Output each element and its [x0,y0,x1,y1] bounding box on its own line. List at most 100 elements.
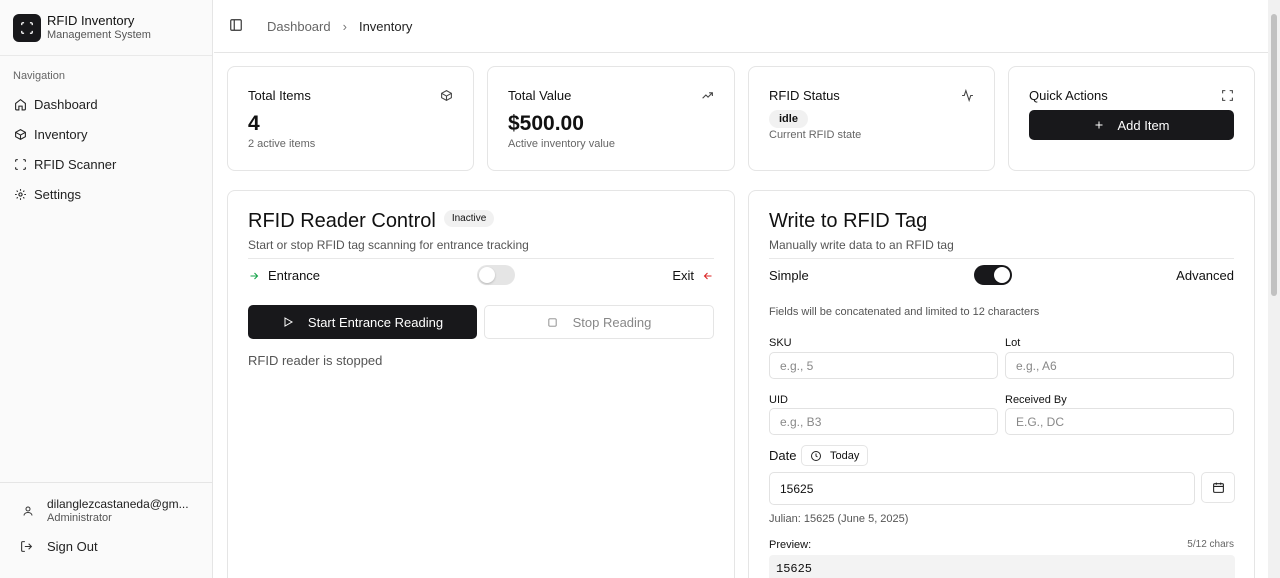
date-input[interactable]: 15625 [769,472,1195,505]
clock-icon [811,450,821,461]
breadcrumb-dashboard[interactable]: Dashboard [267,19,331,34]
stat-title: Total Value [508,88,572,103]
start-reading-label[interactable]: Start Entrance Reading [308,315,443,330]
reader-status-text: RFID reader is stopped [248,353,383,368]
preview-label: Preview: [769,539,812,551]
advanced-label: Advanced [1176,268,1234,283]
calendar-button[interactable] [1201,472,1235,503]
panel-description: Start or stop RFID tag scanning for entr… [248,238,529,252]
divider [769,258,1234,259]
stat-title: Quick Actions [1029,88,1108,103]
simple-label: Simple [769,268,809,283]
exit-label-group: Exit [672,268,714,283]
top-header: Dashboard › Inventory [214,0,1268,53]
chevron-right-icon: › [342,18,347,34]
julian-date-text: Julian: 15625 (June 5, 2025) [769,513,909,525]
sidebar-item-inventory[interactable]: Inventory [8,119,204,149]
divider [248,258,714,259]
lot-label: Lot [1005,337,1021,349]
nav-section-label: Navigation [13,70,65,82]
sidebar-item-settings[interactable]: Settings [8,179,204,209]
stat-subtitle: Active inventory value [508,138,615,150]
package-icon [441,90,452,101]
brand-logo-icon [13,13,41,42]
reader-control-panel: RFID Reader Control Inactive Start or sto… [227,190,735,578]
status-badge: Inactive [443,210,495,228]
entrance-exit-toggle[interactable] [477,265,515,285]
scan-icon [15,158,26,170]
write-tag-panel: Write to RFID Tag Manually write data to… [748,190,1255,578]
received-by-input[interactable]: E.G., DC [1005,408,1234,435]
brand-title: RFID Inventory [47,13,135,28]
square-icon [547,317,557,327]
sidebar-toggle-button[interactable] [229,18,243,35]
avatar [14,497,42,525]
sidebar-footer: dilanglezcastaneda@gm... Administrator S… [0,482,212,578]
sign-out-label: Sign Out [47,539,98,554]
play-icon [284,317,293,327]
breadcrumb-inventory: Inventory [358,18,413,34]
trending-up-icon [702,92,713,99]
user-menu[interactable]: dilanglezcastaneda@gm... Administrator [0,497,212,525]
write-panel-title: Write to RFID Tag [769,210,928,232]
user-role: Administrator [47,512,112,524]
home-icon [15,98,26,110]
sidebar-item-label: Settings [34,186,81,202]
exit-label: Exit [672,268,694,283]
panel-description: Manually write data to an RFID tag [769,238,954,252]
logout-icon [21,541,33,552]
brand-subtitle: Management System [47,29,151,41]
total-items-card: Total Items 4 2 active items [227,66,474,171]
sidebar-nav: Dashboard Inventory RFID Scanner Setting… [8,89,204,209]
simple-advanced-toggle[interactable] [974,265,1012,285]
package-icon [15,128,26,140]
rfid-status-card: RFID Status idle Current RFID state [748,66,995,171]
status-badge: idle [769,110,808,128]
lot-input[interactable]: e.g., A6 [1005,352,1234,379]
activity-icon [962,89,973,102]
stop-reading-button[interactable]: Stop Reading [484,305,714,339]
add-item-button[interactable]: Add Item [1029,110,1234,140]
concat-hint: Fields will be concatenated and limited … [769,306,1040,318]
stat-title: Total Items [248,88,311,103]
stat-subtitle: Current RFID state [769,129,862,141]
toggle-knob [479,267,495,283]
date-label: Date [769,448,797,463]
sign-out-button[interactable]: Sign Out [0,539,212,554]
quick-actions-card: Quick Actions Add Item [1008,66,1255,171]
uid-input[interactable]: e.g., B3 [769,408,998,435]
scrollbar-thumb[interactable] [1271,14,1277,296]
sidebar-item-rfid-scanner[interactable]: RFID Scanner [8,149,204,179]
entrance-label: Entrance [268,268,321,283]
sku-label: SKU [769,337,792,349]
brand: RFID Inventory Management System [0,0,212,56]
total-value-card: Total Value $500.00 Active inventory val… [487,66,735,171]
sidebar-item-label: Dashboard [34,96,98,112]
preview-box: 15625 [769,555,1235,578]
sku-input[interactable]: e.g., 5 [769,352,998,379]
arrow-right-icon [250,272,259,279]
stat-value: $500.00 [508,112,584,135]
panel-left-icon [230,18,242,31]
char-count: 5/12 chars [1187,539,1234,550]
expand-icon [1222,90,1233,101]
calendar-icon [1212,482,1224,493]
stat-value: 4 [248,112,260,135]
arrow-left-icon [703,272,712,279]
add-item-label: Add Item [1117,117,1170,133]
panel-title: RFID Reader Control Inactive [248,210,495,233]
toggle-knob [994,267,1010,283]
sidebar: RFID Inventory Management System Navigat… [0,0,213,578]
stat-subtitle: 2 active items [248,138,316,150]
breadcrumb: Dashboard › Inventory [267,19,412,34]
plus-icon [1095,121,1103,129]
sidebar-item-dashboard[interactable]: Dashboard [8,89,204,119]
today-button[interactable]: Today [801,445,869,466]
page-scrollbar[interactable] [1268,0,1280,578]
start-entrance-reading-button[interactable]: Start Entrance Reading [248,305,477,339]
today-label: Today [830,449,860,462]
stat-title: RFID Status [769,88,840,103]
sidebar-item-label: RFID Scanner [34,156,117,172]
reader-title: RFID Reader Control [248,210,436,232]
gear-icon [15,188,26,200]
